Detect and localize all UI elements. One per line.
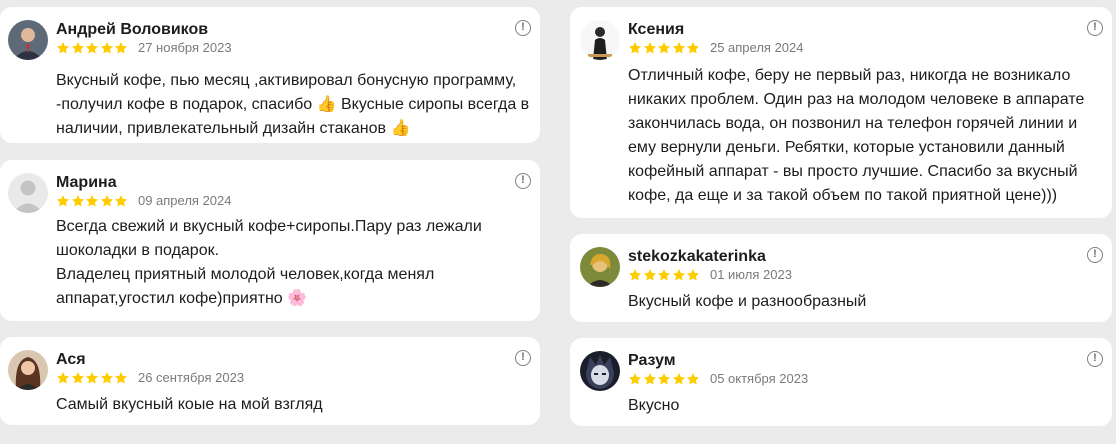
rating-stars: [628, 372, 701, 386]
review-text-line: кофейный аппарат - вы просто лучшие. Спа…: [628, 163, 1078, 180]
review-text-line: Отличный кофе, беру не первый раз, никог…: [628, 67, 1071, 84]
review-date: 26 сентября 2023: [137, 370, 245, 385]
rating-stars: [56, 371, 129, 385]
review-author[interactable]: Марина: [56, 173, 117, 193]
star-icon: [687, 373, 700, 385]
star-icon: [672, 373, 685, 385]
star-icon: [628, 373, 642, 385]
review-text-line: Владелец приятный молодой человек,когда …: [56, 266, 435, 283]
star-icon: [643, 373, 656, 385]
review-author[interactable]: stekozkakaterinka: [628, 247, 766, 267]
review-text-line: кофе, да еще и за такой объем по такой п…: [628, 187, 1058, 204]
info-icon[interactable]: !: [1087, 351, 1103, 367]
review-card: stekozkakaterinka 01 июля 2023 ! Вкусный…: [570, 234, 1112, 322]
star-icon: [115, 195, 128, 207]
review-rating: 26 сентября 2023: [56, 370, 244, 386]
review-rating: 27 ноября 2023: [56, 40, 232, 56]
star-icon: [100, 42, 113, 54]
user-avatar[interactable]: [8, 173, 48, 213]
star-icon: [115, 42, 128, 54]
star-icon: [86, 372, 99, 384]
review-date: 01 июля 2023: [709, 267, 792, 282]
star-icon: [658, 42, 671, 54]
review-text: Вкусный кофе и разнообразный: [628, 290, 866, 314]
star-icon: [100, 372, 113, 384]
review-text-line: наличии, привлекательный дизайн стаканов…: [56, 120, 411, 137]
rating-stars: [628, 268, 701, 282]
review-text-line: Вкусный кофе, пью месяц ,активировал бон…: [56, 72, 517, 89]
star-icon: [56, 42, 70, 54]
star-icon: [643, 269, 656, 281]
review-card: Марина 09 апреля 2024 ! Всегда свежий и …: [0, 160, 540, 321]
review-text-line: Вкусно: [628, 397, 680, 414]
star-icon: [71, 372, 84, 384]
review-card: Ася 26 сентября 2023 ! Самый вкусный коы…: [0, 337, 540, 425]
star-icon: [643, 42, 656, 54]
review-date: 27 ноября 2023: [137, 40, 232, 55]
star-icon: [672, 42, 685, 54]
review-text-line: Всегда свежий и вкусный кофе+сиропы.Пару…: [56, 218, 482, 235]
review-card: Ксения 25 апреля 2024 ! Отличный кофе, б…: [570, 7, 1112, 218]
review-text: Всегда свежий и вкусный кофе+сиропы.Пару…: [56, 215, 482, 311]
review-text: Отличный кофе, беру не первый раз, никог…: [628, 64, 1084, 208]
review-rating: 01 июля 2023: [628, 267, 792, 283]
review-text: Вкусный кофе, пью месяц ,активировал бон…: [56, 69, 529, 141]
review-text-line: шоколадки в подарок.: [56, 242, 220, 259]
info-icon[interactable]: !: [515, 173, 531, 189]
review-rating: 05 октября 2023: [628, 371, 808, 387]
info-icon[interactable]: !: [515, 20, 531, 36]
review-text: Самый вкусный коые на мой взгляд: [56, 393, 323, 417]
star-icon: [687, 269, 700, 281]
review-text-line: аппарат,угостил кофе)приятно 🌸: [56, 290, 308, 307]
rating-stars: [56, 41, 129, 55]
review-text-line: закончилась вода, он позвонил на телефон…: [628, 115, 1078, 132]
review-text-line: Вкусный кофе и разнообразный: [628, 293, 867, 310]
star-icon: [658, 269, 671, 281]
review-rating: 09 апреля 2024: [56, 193, 232, 209]
star-icon: [628, 42, 642, 54]
user-avatar[interactable]: [8, 350, 48, 390]
star-icon: [86, 42, 99, 54]
star-icon: [687, 42, 700, 54]
user-avatar[interactable]: [580, 351, 620, 391]
star-icon: [71, 195, 84, 207]
user-avatar[interactable]: [8, 20, 48, 60]
star-icon: [658, 373, 671, 385]
star-icon: [56, 195, 70, 207]
user-avatar[interactable]: [580, 247, 620, 287]
review-date: 25 апреля 2024: [709, 40, 804, 55]
review-author[interactable]: Ксения: [628, 20, 684, 40]
star-icon: [56, 372, 70, 384]
review-rating: 25 апреля 2024: [628, 40, 804, 56]
star-icon: [71, 42, 84, 54]
review-card: Разум 05 октября 2023 ! Вкусно: [570, 338, 1112, 426]
star-icon: [115, 372, 128, 384]
review-text: Вкусно: [628, 394, 679, 418]
review-author[interactable]: Разум: [628, 351, 676, 371]
star-icon: [100, 195, 113, 207]
review-author[interactable]: Ася: [56, 350, 86, 370]
rating-stars: [56, 194, 129, 208]
star-icon: [628, 269, 642, 281]
info-icon[interactable]: !: [515, 350, 531, 366]
review-card: Андрей Воловиков 27 ноября 2023 ! Вкусны…: [0, 7, 540, 143]
star-icon: [86, 195, 99, 207]
rating-stars: [628, 41, 701, 55]
review-date: 05 октября 2023: [709, 371, 809, 386]
review-text-line: Самый вкусный коые на мой взгляд: [56, 396, 323, 413]
review-text-line: никаких проблем. Один раз на молодом чел…: [628, 91, 1085, 108]
review-author[interactable]: Андрей Воловиков: [56, 20, 208, 40]
user-avatar[interactable]: [580, 20, 620, 60]
review-text-line: -получил кофе в подарок, спасибо 👍 Вкусн…: [56, 96, 530, 113]
info-icon[interactable]: !: [1087, 20, 1103, 36]
star-icon: [672, 269, 685, 281]
info-icon[interactable]: !: [1087, 247, 1103, 263]
review-date: 09 апреля 2024: [137, 193, 232, 208]
review-text-line: ему вернули деньги. Ребятки, которые уст…: [628, 139, 1065, 156]
